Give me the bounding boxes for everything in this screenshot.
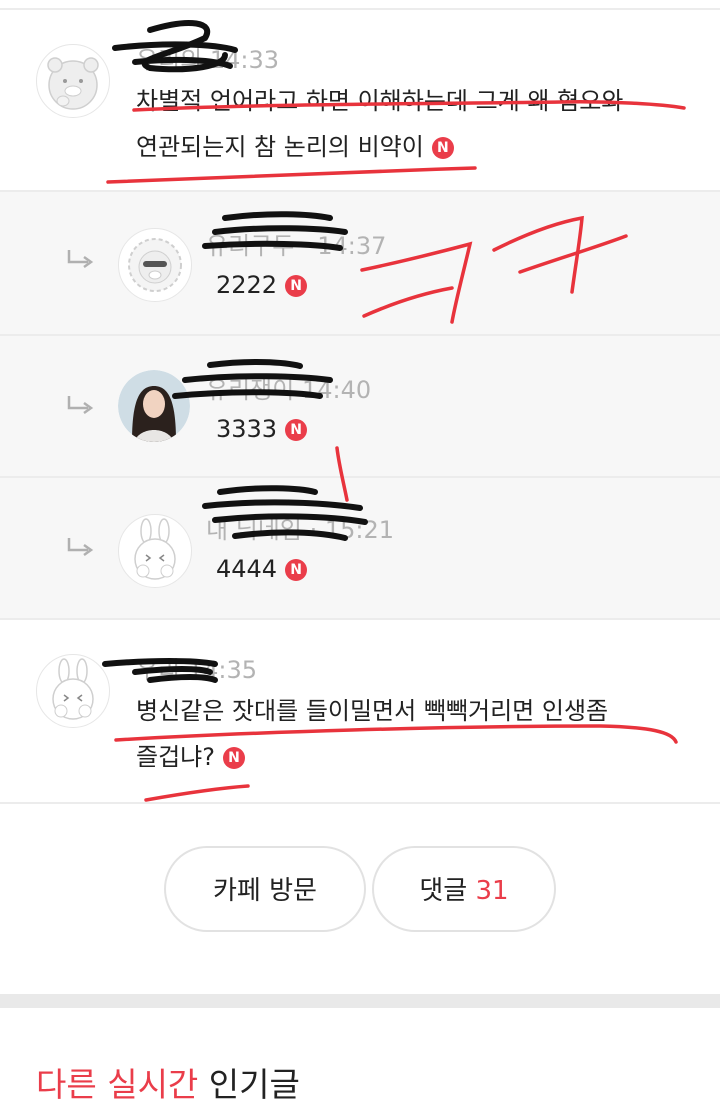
divider	[0, 8, 720, 10]
section-title-rest: 인기글	[198, 1065, 300, 1104]
comment-author[interactable]: 내 닉네임	[206, 516, 302, 544]
new-badge: N	[222, 747, 245, 769]
comment-meta: 유리구두 · 14:37	[206, 226, 386, 261]
comment-author[interactable]: 우리의	[136, 46, 202, 74]
reply-item: 내 닉네임 · 15:21 4444 N	[0, 478, 720, 618]
comment-text: 병신같은 잣대를 들이밀면서 빽빽거리면 인생좀 즐겁냐? N	[136, 688, 608, 780]
comment-text-line: 연관되는지 참 논리의 비약이	[136, 133, 424, 161]
comment-meta: 유리쟁이 14:40	[206, 370, 371, 405]
comment-time: 14:40	[301, 376, 372, 404]
reply-arrow-icon	[67, 396, 94, 415]
comment-text: 4444 N	[216, 546, 308, 592]
comments-button[interactable]: 댓글 31	[372, 846, 556, 932]
comment-author[interactable]: 우리	[136, 656, 180, 684]
new-badge: N	[285, 419, 308, 441]
section-separator	[0, 994, 720, 1008]
comment-text-line: 즐겁냐?	[136, 743, 215, 771]
comments-count: 31	[475, 876, 509, 906]
comment-time: 14:37	[317, 232, 387, 260]
rabbit-character-icon[interactable]	[118, 514, 192, 588]
comments-label: 댓글	[419, 876, 468, 906]
comment-text: 차별적 언어라고 하면 이해하는데 그게 왜 혐오와 연관되는지 참 논리의 비…	[136, 78, 623, 170]
comment-text-line: 2222	[216, 271, 278, 299]
new-badge: N	[285, 559, 308, 581]
divider	[0, 802, 720, 804]
comment-text-line: 병신같은 잣대를 들이밀면서 빽빽거리면 인생좀	[136, 697, 609, 725]
section-title: 다른 실시간 인기글	[36, 1058, 300, 1106]
cafe-visit-button[interactable]: 카페 방문	[164, 846, 366, 932]
comment-meta: 우리의 14:33	[136, 40, 279, 75]
comment-text: 3333 N	[216, 406, 308, 452]
cafe-visit-label: 카페 방문	[213, 876, 317, 906]
comment-text-line: 4444	[216, 555, 278, 583]
profile-photo-icon[interactable]	[118, 370, 190, 442]
comment-time: 14:35	[187, 656, 257, 684]
comment-time: 15:21	[324, 516, 395, 544]
reply-arrow-icon	[67, 250, 94, 269]
comment-meta: 내 닉네임 · 15:21	[206, 510, 394, 545]
comment-author[interactable]: 유리쟁이	[206, 376, 294, 404]
divider	[0, 618, 720, 620]
bear-character-icon[interactable]	[36, 44, 110, 118]
comment-author[interactable]: 유리구두	[206, 232, 294, 260]
reply-item: 유리쟁이 14:40 3333 N	[0, 336, 720, 476]
new-badge: N	[285, 275, 308, 297]
comment-separator: ·	[309, 516, 318, 544]
comment-text-line: 3333	[216, 415, 278, 443]
lion-character-icon[interactable]	[118, 228, 192, 302]
comment-text: 2222 N	[216, 262, 308, 308]
rabbit-character-icon[interactable]	[36, 654, 110, 728]
new-badge: N	[431, 137, 454, 159]
reply-item: 유리구두 · 14:37 2222 N	[0, 192, 720, 334]
section-title-accent: 다른 실시간	[36, 1065, 199, 1104]
comment-meta: 우리 14:35	[136, 650, 257, 685]
reply-arrow-icon	[67, 538, 94, 557]
comment-text-line: 차별적 언어라고 하면 이해하는데 그게 왜 혐오와	[136, 87, 624, 115]
comment-time: 14:33	[209, 46, 280, 74]
comment-separator: ·	[301, 232, 310, 260]
